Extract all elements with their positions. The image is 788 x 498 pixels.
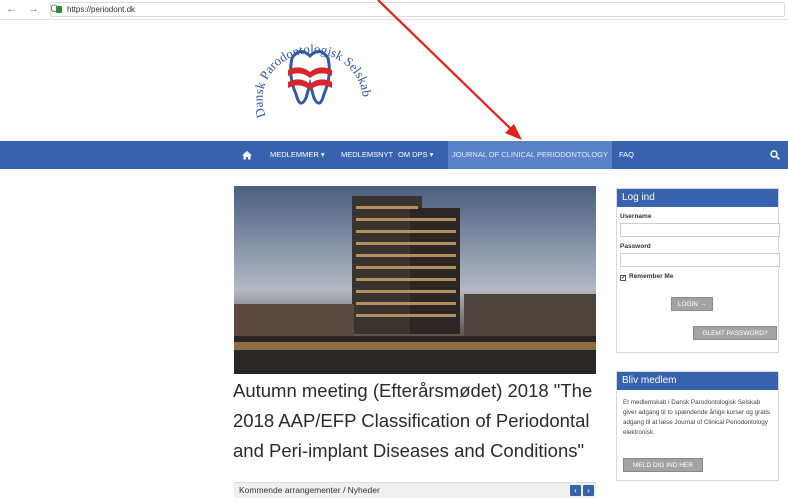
search-icon[interactable] — [770, 150, 780, 160]
remember-me-checkbox[interactable]: ✓ — [620, 275, 626, 281]
lock-icon — [56, 6, 62, 13]
join-button[interactable]: MELD DIG IND HER — [623, 458, 703, 472]
membership-title: Bliv medlem — [617, 372, 778, 390]
article-headline[interactable]: Autumn meeting (Efterårsmødet) 2018 "The… — [233, 376, 603, 466]
dps-logo[interactable]: Dansk Parodontologisk Selskab — [248, 28, 372, 128]
nav-item-medlemsnyt[interactable]: MEDLEMSNYT — [341, 141, 393, 169]
home-icon[interactable] — [242, 150, 252, 160]
password-label: Password — [620, 243, 651, 250]
membership-description: Et medlemskab i Dansk Parodontologisk Se… — [623, 399, 771, 436]
username-label: Username — [620, 213, 652, 220]
url-text: https://periodont.dk — [67, 5, 136, 14]
password-input[interactable] — [620, 253, 780, 267]
news-section-label: Kommende arrangementer / Nyheder — [239, 485, 380, 495]
remember-me-row[interactable]: ✓ Remember Me — [620, 273, 778, 281]
login-title: Log ind — [617, 189, 778, 207]
chevron-left-icon[interactable]: ‹ — [570, 485, 581, 496]
nav-item-medlemmer[interactable]: MEDLEMMER ▾ — [270, 141, 325, 169]
nav-item-journal[interactable]: JOURNAL OF CLINICAL PERIODONTOLOGY — [448, 141, 613, 169]
login-button[interactable]: LOGIN → — [671, 297, 713, 311]
remember-me-label: Remember Me — [629, 273, 674, 280]
nav-item-om-dps[interactable]: OM DPS ▾ — [398, 141, 433, 169]
main-navigation: MEDLEMMER ▾ MEDLEMSNYT OM DPS ▾ JOURNAL … — [0, 141, 788, 169]
hero-building-image[interactable] — [234, 186, 596, 374]
nav-item-faq[interactable]: FAQ — [619, 141, 634, 169]
membership-box: Bliv medlem Et medlemskab i Dansk Parodo… — [616, 371, 779, 481]
username-input[interactable] — [620, 223, 780, 237]
address-bar[interactable]: https://periodont.dk — [50, 2, 785, 17]
browser-toolbar: ← → C https://periodont.dk — [0, 0, 788, 20]
login-box: Log ind Username Password ✓ Remember Me L… — [616, 188, 780, 353]
news-section-bar: Kommende arrangementer / Nyheder ‹ › — [234, 482, 596, 498]
chevron-right-icon[interactable]: › — [583, 485, 594, 496]
forgot-password-button[interactable]: GLEMT PASSWORD? — [693, 326, 777, 340]
